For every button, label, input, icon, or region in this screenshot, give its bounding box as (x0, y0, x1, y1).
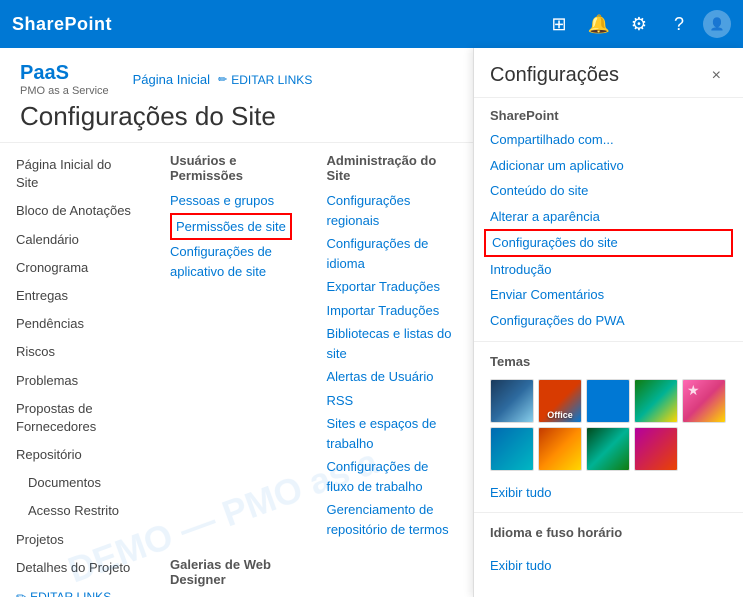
link-exportar-trad[interactable]: Exportar Traduções (327, 275, 454, 299)
sidebar-item-cronograma[interactable]: Cronograma (0, 254, 150, 282)
sidebar-item-repositorio[interactable]: Repositório (0, 441, 150, 469)
link-rss[interactable]: RSS (327, 389, 454, 413)
page-header: PaaS PMO as a Service Página Inicial ✏ E… (0, 48, 473, 143)
view-all-themes-link[interactable]: Exibir tudo (474, 479, 743, 504)
panel-close-button[interactable]: × (706, 65, 727, 87)
panel-divider-2 (474, 512, 743, 513)
panel-link-conteudo[interactable]: Conteúdo do site (474, 178, 743, 204)
section-usuarios: Usuários e Permissões Pessoas e grupos P… (170, 153, 297, 541)
link-gerenciamento-repo[interactable]: Gerenciamento de repositório de termos (327, 498, 454, 541)
link-sites-espacos[interactable]: Sites e espaços de trabalho (327, 412, 454, 455)
right-panel: Configurações × SharePoint Compartilhado… (473, 48, 743, 597)
panel-divider-1 (474, 341, 743, 342)
panel-header: Configurações × (474, 48, 743, 98)
theme-office[interactable]: Office (538, 379, 582, 423)
sidebar-item-bloco[interactable]: Bloco de Anotações (0, 197, 150, 225)
sidebar-item-problemas[interactable]: Problemas (0, 367, 150, 395)
panel-link-compartilhado[interactable]: Compartilhado com... (474, 127, 743, 153)
content-sections: Usuários e Permissões Pessoas e grupos P… (170, 143, 453, 597)
section-galerias: Galerias de Web Designer Colunas do site… (170, 557, 297, 597)
sidebar-item-calendario[interactable]: Calendário (0, 226, 150, 254)
link-config-regionais[interactable]: Configurações regionais (327, 189, 454, 232)
theme-magenta[interactable] (634, 427, 678, 471)
link-pessoas-grupos[interactable]: Pessoas e grupos (170, 189, 297, 213)
section-administracao: Administração do Site Configurações regi… (327, 153, 454, 541)
sharepoint-logo: SharePoint (12, 14, 112, 35)
paas-subtitle: PMO as a Service (20, 85, 109, 97)
sidebar-item-projetos[interactable]: Projetos (0, 526, 150, 554)
panel-title: Configurações (490, 64, 619, 87)
edit-links-breadcrumb[interactable]: ✏ EDITAR LINKS (218, 73, 312, 87)
main-left: PaaS PMO as a Service Página Inicial ✏ E… (0, 48, 473, 597)
help-icon[interactable]: ? (663, 8, 695, 40)
theme-blue[interactable] (586, 379, 630, 423)
link-colunas-site[interactable]: Colunas do site (170, 593, 297, 597)
theme-ocean[interactable] (490, 427, 534, 471)
sidebar-item-documentos[interactable]: Documentos (0, 469, 150, 497)
sidebar-item-riscos[interactable]: Riscos (0, 338, 150, 366)
page-title: Configurações do Site (20, 101, 453, 132)
section-title-admin: Administração do Site (327, 153, 454, 183)
panel-link-alterar-aparencia[interactable]: Alterar a aparência (474, 204, 743, 230)
sidebar-item-propostas[interactable]: Propostas de Fornecedores (0, 395, 150, 441)
section-title-galerias: Galerias de Web Designer (170, 557, 297, 587)
link-alertas[interactable]: Alertas de Usuário (327, 365, 454, 389)
breadcrumb-home[interactable]: Página Inicial (133, 72, 210, 87)
paas-title: PaaS (20, 62, 109, 85)
breadcrumb-row: PaaS PMO as a Service Página Inicial ✏ E… (20, 62, 453, 97)
theme-sunset[interactable] (538, 427, 582, 471)
sidebar-item-entregas[interactable]: Entregas (0, 282, 150, 310)
themes-grid: Office ★ (490, 379, 727, 471)
panel-link-config-site[interactable]: Configurações do site (484, 229, 733, 257)
grid-icon[interactable]: ⊞ (543, 8, 575, 40)
theme-nature[interactable] (634, 379, 678, 423)
link-permissoes-site[interactable]: Permissões de site (170, 213, 292, 241)
themes-title: Temas (490, 354, 727, 373)
panel-link-enviar-comentarios[interactable]: Enviar Comentários (474, 282, 743, 308)
main-container: PaaS PMO as a Service Página Inicial ✏ E… (0, 48, 743, 597)
content-row: Página Inicial do Site Bloco de Anotaçõe… (0, 143, 473, 597)
sidebar-item-acesso[interactable]: Acesso Restrito (0, 497, 150, 525)
sidebar-item-pendencias[interactable]: Pendências (0, 310, 150, 338)
theme-office-label: Office (539, 410, 581, 420)
main-content: Usuários e Permissões Pessoas e grupos P… (150, 143, 473, 597)
link-config-fluxo[interactable]: Configurações de fluxo de trabalho (327, 455, 454, 498)
link-importar-trad[interactable]: Importar Traduções (327, 299, 454, 323)
section-title-usuarios: Usuários e Permissões (170, 153, 297, 183)
panel-link-adicionar-app[interactable]: Adicionar um aplicativo (474, 153, 743, 179)
panel-link-introducao[interactable]: Introdução (474, 257, 743, 283)
top-bar: SharePoint ⊞ 🔔 ⚙ ? 👤 (0, 0, 743, 48)
sidebar-item-pagina-inicial[interactable]: Página Inicial do Site (0, 151, 150, 197)
locale-section: Idioma e fuso horário (474, 521, 743, 552)
nav-sidebar: Página Inicial do Site Bloco de Anotaçõe… (0, 143, 150, 597)
panel-sharepoint-title: SharePoint (474, 98, 743, 127)
theme-aviation[interactable] (490, 379, 534, 423)
gear-icon[interactable]: ⚙ (623, 8, 655, 40)
link-bibliotecas[interactable]: Bibliotecas e listas do site (327, 322, 454, 365)
user-avatar[interactable]: 👤 (703, 10, 731, 38)
sidebar-item-detalhes[interactable]: Detalhes do Projeto (0, 554, 150, 582)
link-config-idioma[interactable]: Configurações de idioma (327, 232, 454, 275)
theme-pink-star[interactable]: ★ (682, 379, 726, 423)
paas-brand: PaaS PMO as a Service (20, 62, 109, 97)
view-all-locale-link[interactable]: Exibir tudo (474, 552, 743, 577)
themes-section: Temas Office ★ (474, 350, 743, 479)
locale-title: Idioma e fuso horário (490, 525, 727, 544)
sidebar-edit-links[interactable]: ✏ EDITAR LINKS (0, 582, 150, 597)
panel-link-config-pwa[interactable]: Configurações do PWA (474, 308, 743, 334)
bell-icon[interactable]: 🔔 (583, 8, 615, 40)
link-config-app[interactable]: Configurações de aplicativo de site (170, 240, 297, 283)
theme-circuit[interactable] (586, 427, 630, 471)
top-bar-icons: ⊞ 🔔 ⚙ ? 👤 (543, 8, 731, 40)
